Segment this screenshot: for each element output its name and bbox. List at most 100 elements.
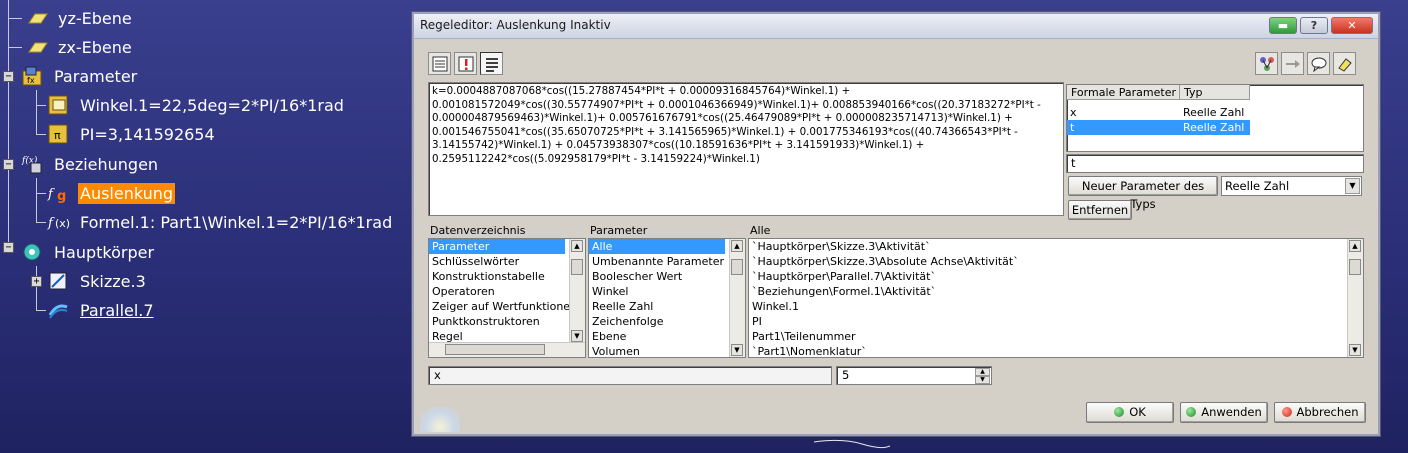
param-row-name[interactable]: x	[1067, 105, 1180, 120]
tree-item-zx-plane[interactable]: zx-Ebene	[24, 35, 134, 59]
scroll-up-icon[interactable]: ▲	[731, 240, 743, 252]
list-item[interactable]: Umbenannte Parameter	[589, 254, 745, 269]
list-item[interactable]: Operatoren	[429, 284, 585, 299]
ok-button[interactable]: OK	[1086, 402, 1174, 423]
dictionary-label: Datenverzeichnis	[430, 224, 526, 237]
list-item[interactable]: Zeiger auf Wertfunktionen	[429, 299, 585, 314]
list-item[interactable]: Ebene	[589, 329, 745, 344]
spin-up-icon[interactable]: ▲	[975, 368, 990, 376]
svg-text:(x): (x)	[55, 217, 70, 230]
tree-item-label: Auslenkung	[78, 182, 176, 204]
scroll-down-icon[interactable]: ▼	[571, 330, 583, 342]
value-spinner[interactable]: 5 ▲ ▼	[836, 366, 992, 385]
tree-line	[36, 105, 46, 106]
parameter-filter-list[interactable]: Alle Umbenannte Parameter Boolescher Wer…	[588, 238, 746, 358]
tree-item-formula1[interactable]: f (x) Formel.1: Part1\Winkel.1=2*PI/16*1r…	[46, 210, 394, 234]
collapse-toggle[interactable]: −	[3, 242, 14, 253]
tree-line	[36, 193, 46, 194]
measure-button[interactable]	[1281, 52, 1304, 75]
dictionary-list[interactable]: Parameter Schlüsselwörter Konstruktionst…	[428, 238, 586, 358]
collapse-toggle[interactable]: −	[3, 71, 14, 82]
list-item[interactable]: Zeichenfolge	[589, 314, 745, 329]
dictionary-vertical-scrollbar[interactable]: ▲ ▼	[569, 239, 585, 343]
selected-parameter-field[interactable]: x	[428, 366, 832, 385]
list-item[interactable]: `Hauptkörper\Skizze.3\Absolute Achse\Akt…	[749, 254, 1363, 269]
scroll-up-icon[interactable]: ▲	[571, 240, 583, 252]
remove-button[interactable]: Entfernen	[1068, 200, 1132, 220]
list-item[interactable]: Konstruktionstabelle	[429, 269, 585, 284]
param-row-type[interactable]: Reelle Zahl	[1180, 120, 1250, 135]
tree-item-label: Parallel.7	[80, 300, 154, 320]
list-item[interactable]: `Hauptkörper\Skizze.3\Aktivität`	[749, 239, 1363, 254]
scroll-down-icon[interactable]: ▼	[731, 344, 743, 356]
scroll-down-icon[interactable]: ▼	[1349, 344, 1361, 356]
parameter-filter-scrollbar[interactable]: ▲ ▼	[729, 239, 745, 357]
scroll-thumb[interactable]	[445, 344, 545, 355]
close-button[interactable]: ✕	[1331, 17, 1373, 34]
tree-item-yz-plane[interactable]: yz-Ebene	[24, 6, 134, 30]
tree-item-parallel7[interactable]: Parallel.7	[46, 298, 156, 322]
real-parameter-icon: π	[46, 123, 72, 145]
error-check-toggle[interactable]	[454, 52, 477, 75]
list-item[interactable]: `Hauptkörper\Parallel.7\Aktivität`	[749, 269, 1363, 284]
new-parameter-button[interactable]: Neuer Parameter des Typs	[1068, 176, 1218, 211]
list-item[interactable]: Reelle Zahl	[589, 299, 745, 314]
tree-item-label: Skizze.3	[80, 271, 146, 291]
cancel-icon	[1281, 407, 1292, 417]
tree-item-relations[interactable]: f(x) Beziehungen	[20, 152, 160, 176]
parameter-type-select[interactable]: Reelle Zahl ▼	[1221, 176, 1362, 196]
formula-editor[interactable]: k=0.0004887087068*cos((15.27887454*PI*t …	[428, 82, 1064, 216]
tree-item-label: PI=3,141592654	[80, 124, 215, 144]
scroll-thumb[interactable]	[1349, 259, 1361, 275]
chevron-down-icon[interactable]: ▼	[1345, 178, 1360, 194]
tree-item-auslenkung[interactable]: fg Auslenkung	[46, 181, 176, 205]
help-button[interactable]: ?	[1300, 17, 1328, 34]
list-item[interactable]: Winkel	[589, 284, 745, 299]
list-item[interactable]: Punktkonstruktoren	[429, 314, 585, 329]
parameter-name-field[interactable]: t	[1066, 154, 1364, 173]
scroll-thumb[interactable]	[571, 259, 583, 275]
cancel-label: Abbrechen	[1296, 405, 1359, 419]
tree-item-main-body[interactable]: Hauptkörper	[20, 240, 156, 264]
dialog-titlebar[interactable]: Regeleditor: Auslenkung Inaktiv ▬ ? ✕	[414, 14, 1378, 39]
column-header-type[interactable]: Typ	[1180, 85, 1250, 100]
list-item[interactable]: Part1\Teilenummer	[749, 329, 1363, 344]
tree-item-winkel1[interactable]: Winkel.1=22,5deg=2*PI/16*1rad	[46, 93, 346, 117]
incremental-toggle[interactable]	[428, 52, 451, 75]
param-row-name[interactable]: t	[1067, 120, 1180, 135]
expand-toggle[interactable]: +	[31, 276, 42, 287]
tree-line	[36, 134, 46, 135]
list-item[interactable]: Parameter	[429, 239, 565, 254]
collapse-toggle[interactable]: −	[3, 159, 14, 170]
tree-item-parameters[interactable]: fx Parameter	[20, 64, 139, 88]
dictionary-button[interactable]	[1255, 52, 1278, 75]
list-item[interactable]: Schlüsselwörter	[429, 254, 585, 269]
scroll-up-icon[interactable]: ▲	[1349, 240, 1361, 252]
text-lines-toggle[interactable]	[480, 52, 503, 75]
tree-item-sketch3[interactable]: Skizze.3	[46, 269, 148, 293]
formal-parameters-table[interactable]: Formale Parameter Typ x Reelle Zahl t Re…	[1066, 84, 1364, 152]
network-icon	[1259, 56, 1274, 71]
list-item[interactable]: Volumen	[589, 344, 745, 357]
scroll-thumb[interactable]	[731, 259, 743, 275]
members-list[interactable]: `Hauptkörper\Skizze.3\Aktivität` `Hauptk…	[748, 238, 1364, 358]
tree-item-pi[interactable]: π PI=3,141592654	[46, 122, 217, 146]
apply-button[interactable]: Anwenden	[1180, 402, 1268, 423]
list-item[interactable]: Winkel.1	[749, 299, 1363, 314]
list-item[interactable]: `Beziehungen\Formel.1\Aktivität`	[749, 284, 1363, 299]
list-item[interactable]: PI	[749, 314, 1363, 329]
cancel-button[interactable]: Abbrechen	[1274, 402, 1366, 423]
list-item[interactable]: Alle	[589, 239, 725, 254]
column-header-name[interactable]: Formale Parameter	[1067, 85, 1180, 100]
dictionary-horizontal-scrollbar[interactable]	[429, 342, 585, 357]
rule-editor-dialog: Regeleditor: Auslenkung Inaktiv ▬ ? ✕ k=…	[412, 12, 1380, 436]
list-item[interactable]: Boolescher Wert	[589, 269, 745, 284]
comment-button[interactable]	[1307, 52, 1330, 75]
all-members-label: Alle	[750, 224, 771, 237]
spin-down-icon[interactable]: ▼	[975, 376, 990, 384]
eraser-button[interactable]	[1333, 52, 1356, 75]
list-item[interactable]: `Part1\Nomenklatur`	[749, 344, 1363, 357]
minimize-button[interactable]: ▬	[1269, 17, 1297, 34]
members-scrollbar[interactable]: ▲ ▼	[1347, 239, 1363, 357]
param-row-type[interactable]: Reelle Zahl	[1180, 105, 1250, 120]
